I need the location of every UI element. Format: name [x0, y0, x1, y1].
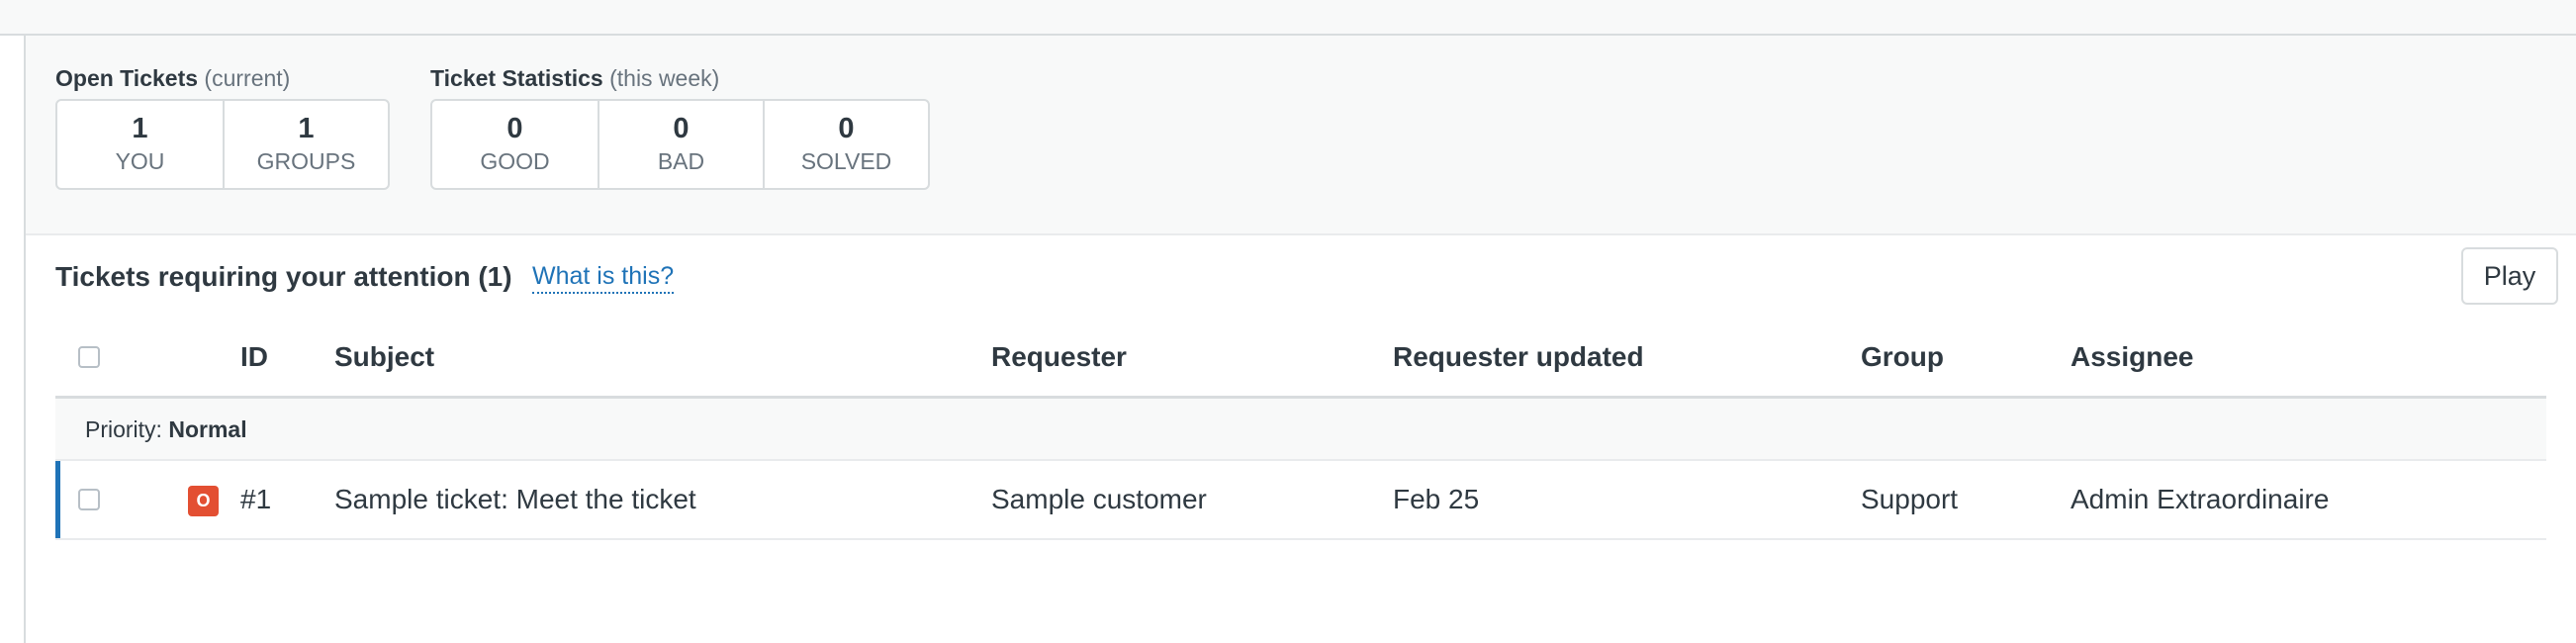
- stat-label-groups: GROUPS: [256, 148, 356, 174]
- ticket-requester-updated: Feb 25: [1393, 484, 1480, 514]
- select-all-checkbox[interactable]: [78, 346, 100, 368]
- status-badge: O: [188, 486, 219, 516]
- stat-box-good[interactable]: 0 GOOD: [432, 101, 598, 188]
- priority-group-value: Normal: [168, 416, 247, 442]
- what-is-this-link[interactable]: What is this?: [532, 260, 675, 294]
- stat-box-bad[interactable]: 0 BAD: [598, 101, 763, 188]
- ticket-statistics-qualifier: (this week): [609, 65, 720, 91]
- stat-box-groups[interactable]: 1 GROUPS: [223, 101, 388, 188]
- stat-value-good: 0: [506, 113, 523, 144]
- priority-group-row: Priority: Normal: [55, 399, 2546, 461]
- row-checkbox[interactable]: [78, 489, 100, 510]
- ticket-view: Tickets requiring your attention (1) Wha…: [26, 235, 2576, 643]
- column-header-requester[interactable]: Requester: [991, 340, 1127, 374]
- priority-group-prefix: Priority:: [85, 416, 162, 442]
- open-tickets-boxes: 1 YOU 1 GROUPS: [55, 99, 390, 190]
- stat-value-groups: 1: [298, 113, 315, 144]
- stat-value-solved: 0: [838, 113, 855, 144]
- table-header-row: ID Subject Requester Requester updated G…: [55, 319, 2546, 399]
- open-tickets-qualifier: (current): [204, 65, 291, 91]
- stat-value-bad: 0: [673, 113, 690, 144]
- stat-label-bad: BAD: [657, 148, 705, 174]
- stat-label-solved: SOLVED: [800, 148, 892, 174]
- ticket-statistics-boxes: 0 GOOD 0 BAD 0 SOLVED: [430, 99, 930, 190]
- ticket-requester: Sample customer: [991, 484, 1207, 514]
- ticket-statistics-title-text: Ticket Statistics: [430, 65, 603, 91]
- column-header-group[interactable]: Group: [1861, 340, 1944, 374]
- top-toolbar-strip: [0, 0, 2576, 36]
- tickets-table: ID Subject Requester Requester updated G…: [55, 319, 2546, 540]
- ticket-id: #1: [240, 484, 272, 514]
- priority-group-label: Priority: Normal: [85, 414, 247, 444]
- ticket-assignee: Admin Extraordinaire: [2070, 484, 2330, 514]
- open-tickets-title: Open Tickets (current): [55, 63, 290, 93]
- column-header-requester-updated[interactable]: Requester updated: [1393, 340, 1644, 374]
- column-header-subject[interactable]: Subject: [334, 340, 434, 374]
- view-title: Tickets requiring your attention (1): [55, 261, 512, 292]
- play-button[interactable]: Play: [2461, 247, 2558, 305]
- stat-label-you: YOU: [115, 148, 165, 174]
- ticket-statistics-title: Ticket Statistics (this week): [430, 63, 719, 93]
- row-selected-indicator: [55, 461, 60, 538]
- stat-label-good: GOOD: [480, 148, 550, 174]
- stat-value-you: 1: [132, 113, 148, 144]
- ticket-subject[interactable]: Sample ticket: Meet the ticket: [334, 483, 696, 516]
- open-tickets-stat-group: Open Tickets (current) 1 YOU 1 GROUPS: [55, 63, 390, 190]
- ticket-group: Support: [1861, 484, 1959, 514]
- column-header-id[interactable]: ID: [240, 340, 268, 374]
- table-row[interactable]: O #1 Sample ticket: Meet the ticket Samp…: [55, 461, 2546, 540]
- open-tickets-title-text: Open Tickets: [55, 65, 199, 91]
- stat-box-solved[interactable]: 0 SOLVED: [763, 101, 928, 188]
- stat-box-you[interactable]: 1 YOU: [57, 101, 223, 188]
- column-header-assignee[interactable]: Assignee: [2070, 340, 2194, 374]
- ticket-stats-panel: Open Tickets (current) 1 YOU 1 GROUPS Ti…: [26, 36, 2576, 235]
- ticket-statistics-stat-group: Ticket Statistics (this week) 0 GOOD 0 B…: [430, 63, 930, 190]
